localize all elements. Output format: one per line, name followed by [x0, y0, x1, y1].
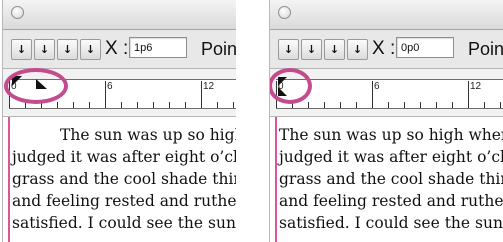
- ruler-minor-tick: [217, 102, 218, 108]
- text-line: The sun was up so high w: [60, 126, 236, 144]
- text-frame-edge: [8, 117, 10, 242]
- ruler-minor-tick: [137, 102, 138, 108]
- ruler-minor-tick: [404, 102, 405, 108]
- ruler-minor-tick: [153, 102, 154, 108]
- panel-title-bar: [3, 0, 236, 30]
- ruler-major-tick: [105, 81, 106, 108]
- ruler-number: 6: [374, 81, 380, 92]
- ruler-minor-tick: [452, 102, 453, 108]
- x-position-label: X :: [372, 38, 396, 59]
- panel-title-bar: [270, 0, 503, 30]
- text-line: satisfied. I could see the sun ou: [279, 214, 503, 232]
- ruler-minor-tick: [169, 102, 170, 108]
- text-line: and feeling rested and ruther c: [279, 192, 503, 210]
- text-line: and feeling rested and ruther c: [12, 192, 236, 210]
- ruler-major-tick: [201, 81, 202, 108]
- ruler-minor-tick: [324, 102, 325, 108]
- ruler-number: 12: [470, 81, 482, 92]
- ruler-minor-tick: [89, 102, 90, 108]
- ruler-minor-tick: [185, 102, 186, 108]
- tabs-toolbar: ↓ ↓ ↓ ↓ X : 1p6 Point: [3, 30, 236, 69]
- ruler-minor-tick: [436, 102, 437, 108]
- left-justified-tab-button[interactable]: ↓: [278, 39, 299, 60]
- text-line: satisfied. I could see the sun ou: [12, 214, 236, 232]
- tab-ruler[interactable]: 0 6 12: [3, 68, 236, 117]
- ruler-minor-tick: [484, 102, 485, 108]
- align-to-decimal-tab-button[interactable]: ↓: [347, 39, 368, 60]
- ruler-minor-tick: [121, 102, 122, 108]
- unit-label: Point: [201, 39, 236, 59]
- close-window-button[interactable]: [11, 6, 24, 19]
- ruler-minor-tick: [340, 102, 341, 108]
- ruler-minor-tick: [420, 102, 421, 108]
- ruler-number: 12: [203, 81, 215, 92]
- ruler-minor-tick: [500, 102, 501, 108]
- text-line: judged it was after eight o’clock: [12, 148, 236, 166]
- ruler-minor-tick: [356, 102, 357, 108]
- x-position-input[interactable]: 1p6: [129, 37, 187, 58]
- center-justified-tab-button[interactable]: ↓: [301, 39, 322, 60]
- tabs-panel-after: ↓ ↓ ↓ ↓ X : 0p0 Point 0 6 12: [269, 0, 503, 242]
- tab-ruler[interactable]: 0 6 12: [270, 68, 503, 117]
- align-to-decimal-tab-button[interactable]: ↓: [80, 39, 101, 60]
- left-justified-tab-button[interactable]: ↓: [11, 39, 32, 60]
- right-justified-tab-button[interactable]: ↓: [57, 39, 78, 60]
- x-position-label: X :: [105, 38, 129, 59]
- text-frame-edge: [275, 117, 277, 242]
- text-line: judged it was after eight o’clock: [279, 148, 503, 166]
- close-window-button[interactable]: [278, 6, 291, 19]
- text-frame[interactable]: The sun was up so high when I judged it …: [270, 117, 503, 242]
- center-justified-tab-button[interactable]: ↓: [34, 39, 55, 60]
- tabs-panel-before: ↓ ↓ ↓ ↓ X : 1p6 Point 0 6 12: [2, 0, 236, 242]
- highlight-circle: [270, 68, 312, 104]
- unit-label: Point: [468, 39, 503, 59]
- text-line: grass and the cool shade think: [279, 170, 503, 188]
- x-position-input[interactable]: 0p0: [396, 37, 454, 58]
- right-justified-tab-button[interactable]: ↓: [324, 39, 345, 60]
- tabs-toolbar: ↓ ↓ ↓ ↓ X : 0p0 Point: [270, 30, 503, 69]
- ruler-minor-tick: [388, 102, 389, 108]
- ruler-major-tick: [468, 81, 469, 108]
- ruler-number: 6: [107, 81, 113, 92]
- ruler-major-tick: [372, 81, 373, 108]
- text-frame[interactable]: The sun was up so high w judged it was a…: [3, 117, 236, 242]
- highlight-circle: [4, 68, 68, 104]
- ruler-minor-tick: [308, 102, 309, 108]
- text-line: grass and the cool shade think: [12, 170, 236, 188]
- text-line: The sun was up so high when I: [279, 126, 503, 144]
- ruler-minor-tick: [73, 102, 74, 108]
- ruler-minor-tick: [233, 102, 234, 108]
- ruler-minor-tick: [57, 102, 58, 108]
